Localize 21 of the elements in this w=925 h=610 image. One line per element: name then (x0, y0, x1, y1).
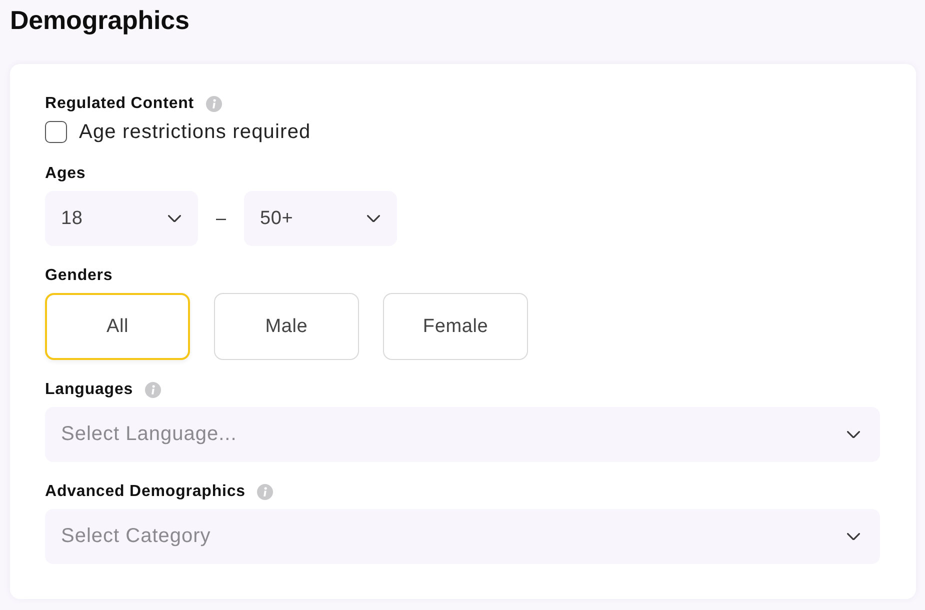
page-title: Demographics (10, 4, 190, 34)
field-label: Advanced Demographics (45, 483, 246, 501)
chevron-down-icon (847, 532, 860, 540)
info-icon[interactable] (145, 382, 162, 398)
chevron-down-icon (367, 214, 380, 222)
field-label: Ages (45, 165, 86, 183)
field-label: Genders (45, 267, 113, 285)
range-separator: – (214, 208, 227, 229)
checkbox[interactable] (45, 121, 67, 143)
gender-option-button[interactable]: Male (214, 293, 359, 360)
field-label: Languages (45, 381, 134, 399)
gender-option-button[interactable]: All (45, 293, 190, 360)
info-icon[interactable] (257, 484, 274, 500)
field-label: Regulated Content (45, 95, 194, 113)
checkbox-label[interactable]: Age restrictions required (79, 120, 311, 144)
chevron-down-icon (168, 214, 181, 222)
age-select[interactable]: 50+ (244, 191, 397, 246)
age-select[interactable]: 18 (45, 191, 198, 246)
gender-option-button[interactable]: Female (383, 293, 528, 360)
info-icon[interactable] (206, 96, 222, 112)
chevron-down-icon (847, 430, 860, 438)
